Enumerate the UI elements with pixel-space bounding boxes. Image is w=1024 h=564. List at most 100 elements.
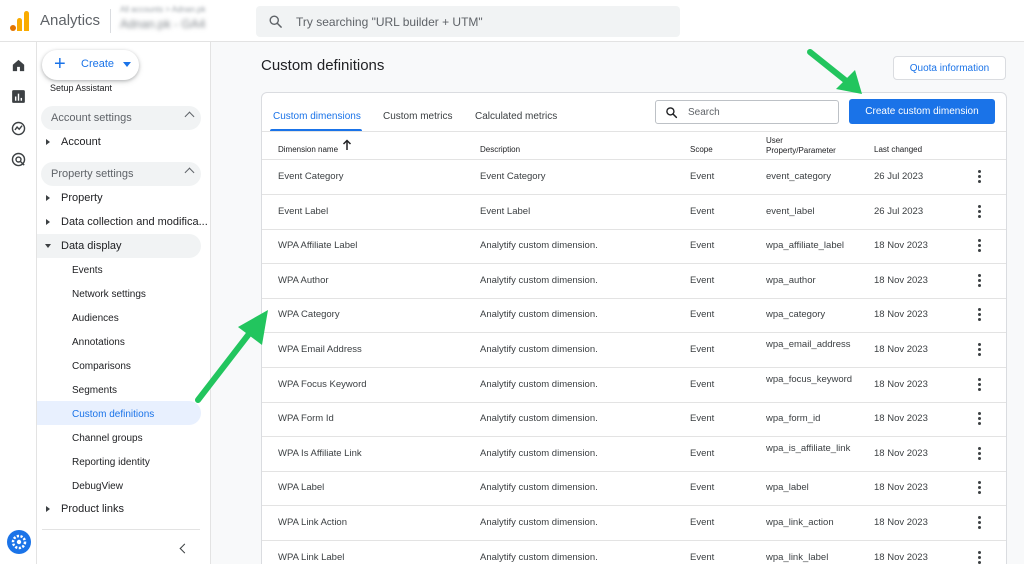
table-row[interactable]: WPA Link Action Analytify custom dimensio…: [262, 506, 1006, 541]
sidebar-subitem-comparisons[interactable]: Comparisons: [72, 361, 131, 372]
sidebar-subitem-reporting-identity[interactable]: Reporting identity: [72, 457, 150, 468]
section-property-settings[interactable]: Property settings: [41, 162, 201, 186]
top-bar: Analytics All accounts > Adnan.pk Adnan.…: [0, 0, 1024, 42]
collapse-arrow-icon: [45, 244, 51, 248]
column-header-last-changed[interactable]: Last changed: [874, 145, 922, 155]
sidebar-item-label: Property: [61, 192, 103, 204]
divider: [262, 131, 1006, 132]
home-icon[interactable]: [10, 57, 27, 74]
sidebar-item-data-collection[interactable]: Data collection and modifica...: [37, 210, 208, 234]
sidebar-subitem-annotations[interactable]: Annotations: [72, 337, 125, 348]
more-vert-icon[interactable]: [978, 204, 982, 219]
sidebar-subitem-debugview[interactable]: DebugView: [72, 481, 123, 492]
table-row[interactable]: WPA Email Address Analytify custom dimens…: [262, 333, 1006, 368]
sidebar-item-account[interactable]: Account: [37, 130, 197, 154]
table-row[interactable]: Event Label Event Label Event event_label 26…: [262, 195, 1006, 230]
cell-dimension-name: WPA Is Affiliate Link: [278, 447, 362, 459]
cell-scope: Event: [690, 240, 715, 252]
global-search-input[interactable]: [296, 12, 666, 31]
sidebar-item-data-display[interactable]: Data display: [37, 234, 201, 258]
column-header-description[interactable]: Description: [480, 145, 520, 155]
expand-arrow-icon: [46, 219, 50, 225]
table-row[interactable]: WPA Link Label Analytify custom dimension…: [262, 541, 1006, 564]
table-row[interactable]: WPA Form Id Analytify custom dimension. Ev…: [262, 402, 1006, 438]
table-row[interactable]: WPA Author Analytify custom dimension. Eve…: [262, 264, 1006, 299]
sidebar-item-label: Product links: [61, 503, 124, 515]
chevron-up-icon: [184, 111, 195, 122]
sidebar-item-setup-assistant[interactable]: Setup Assistant: [50, 76, 112, 100]
table-search[interactable]: [655, 100, 839, 124]
table-search-input[interactable]: [688, 105, 833, 120]
table-row[interactable]: WPA Affiliate Label Analytify custom dime…: [262, 229, 1006, 265]
section-label: Account settings: [51, 112, 132, 124]
expand-arrow-icon: [46, 195, 50, 201]
table-row[interactable]: WPA Is Affiliate Link Analytify custom di…: [262, 437, 1006, 472]
cell-dimension-name: WPA Focus Keyword: [278, 378, 367, 390]
sidebar-subitem-network-settings[interactable]: Network settings: [72, 289, 146, 300]
column-header-dimension-name[interactable]: Dimension name: [278, 145, 338, 155]
admin-gear-icon[interactable]: [7, 530, 31, 554]
more-vert-icon[interactable]: [978, 273, 982, 288]
cell-description: Analytify custom dimension.: [480, 274, 598, 286]
sidebar-item-label: Data display: [61, 240, 122, 252]
sidebar-subitem-channel-groups[interactable]: Channel groups: [72, 433, 143, 444]
collapse-sidebar-chevron-icon[interactable]: [179, 543, 190, 554]
cell-dimension-name: WPA Form Id: [278, 413, 334, 425]
create-label: Create: [81, 58, 115, 70]
account-breadcrumb[interactable]: All accounts > Adnan.pk: [120, 5, 206, 14]
section-account-settings[interactable]: Account settings: [41, 106, 201, 130]
expand-arrow-icon: [46, 139, 50, 145]
sidebar-subitem-segments[interactable]: Segments: [72, 385, 117, 396]
tab-custom-metrics[interactable]: Custom metrics: [383, 111, 452, 122]
table-row[interactable]: WPA Category Analytify custom dimension. E…: [262, 298, 1006, 334]
search-icon: [666, 107, 678, 119]
more-vert-icon[interactable]: [978, 446, 982, 461]
cell-last-changed: 18 Nov 2023: [874, 517, 928, 528]
global-search[interactable]: [256, 6, 680, 37]
account-selector[interactable]: Adnan.pk - GA4: [120, 17, 205, 31]
more-vert-icon[interactable]: [978, 308, 982, 322]
cell-last-changed: 18 Nov 2023: [874, 551, 928, 563]
more-vert-icon[interactable]: [978, 170, 982, 184]
cell-dimension-name: Event Category: [278, 171, 344, 182]
advertising-icon[interactable]: [10, 151, 27, 168]
cell-description: Analytify custom dimension.: [480, 309, 598, 321]
reports-icon[interactable]: [10, 88, 27, 105]
more-vert-icon[interactable]: [978, 412, 982, 426]
analytics-logo-icon[interactable]: [10, 11, 30, 31]
cell-last-changed: 18 Nov 2023: [874, 447, 928, 459]
search-icon: [269, 15, 282, 28]
sidebar-subitem-custom-definitions[interactable]: Custom definitions: [72, 409, 154, 420]
column-header-scope[interactable]: Scope: [690, 145, 713, 155]
more-vert-icon[interactable]: [978, 550, 982, 564]
more-vert-icon[interactable]: [978, 239, 982, 253]
sidebar-item-product-links[interactable]: Product links: [37, 497, 197, 521]
create-custom-dimension-button[interactable]: Create custom dimension: [849, 99, 995, 124]
more-vert-icon[interactable]: [978, 516, 982, 530]
table-row[interactable]: Event Category Event Category Event event_c…: [262, 160, 1006, 195]
more-vert-icon[interactable]: [978, 343, 982, 357]
more-vert-icon[interactable]: [978, 481, 982, 495]
cell-scope: Event: [690, 378, 715, 390]
sidebar-subitem-audiences[interactable]: Audiences: [72, 313, 119, 324]
cell-description: Event Label: [480, 205, 531, 217]
tab-calculated-metrics[interactable]: Calculated metrics: [475, 111, 557, 122]
sidebar-item-property[interactable]: Property: [37, 186, 197, 210]
cell-scope: Event: [690, 274, 715, 286]
column-header-user-property-parameter[interactable]: User Property/Parameter: [766, 136, 846, 156]
more-vert-icon[interactable]: [978, 377, 982, 392]
cell-dimension-name: WPA Category: [278, 309, 340, 321]
quota-information-button[interactable]: Quota information: [893, 56, 1006, 80]
tab-custom-dimensions[interactable]: Custom dimensions: [273, 111, 361, 122]
page-title: Custom definitions: [261, 57, 385, 74]
cell-description: Analytify custom dimension.: [480, 240, 598, 252]
plus-icon: +: [54, 53, 66, 75]
cell-scope: Event: [690, 171, 715, 182]
table-row[interactable]: WPA Focus Keyword Analytify custom dimens…: [262, 368, 1006, 403]
cell-last-changed: 18 Nov 2023: [874, 344, 928, 355]
sidebar-subitem-events[interactable]: Events: [72, 265, 103, 276]
sort-ascending-arrow-icon[interactable]: [342, 139, 352, 151]
explore-icon[interactable]: [10, 120, 27, 137]
cell-parameter: wpa_form_id: [766, 413, 821, 425]
table-row[interactable]: WPA Label Analytify custom dimension. Even…: [262, 471, 1006, 507]
